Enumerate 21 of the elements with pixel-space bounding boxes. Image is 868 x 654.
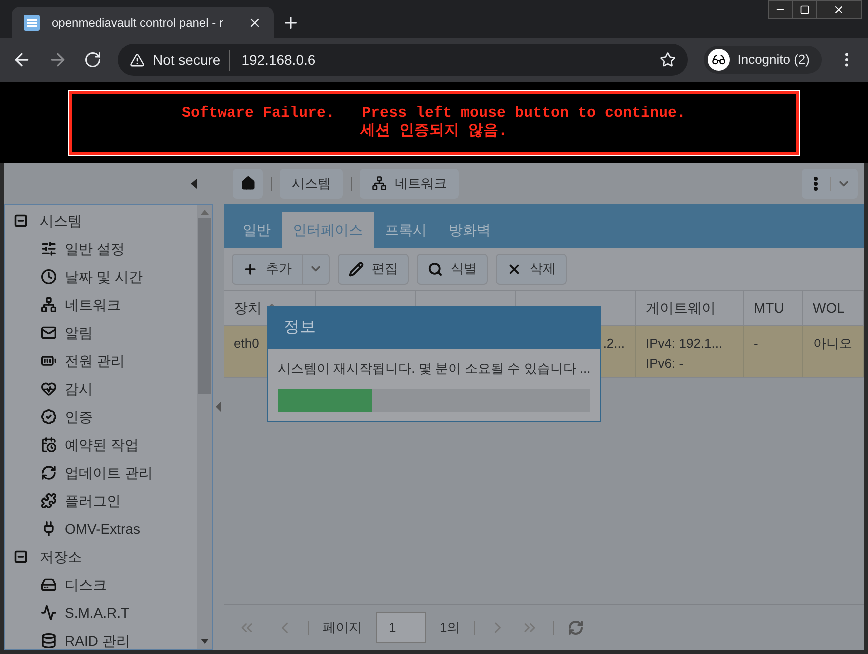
error-detail: 세션 인증되지 않음. xyxy=(360,122,508,140)
page-count: 1의 xyxy=(440,618,460,637)
dialog-message: 시스템이 재시작됩니다. 몇 분이 소요될 수 있습니다 ... xyxy=(277,360,592,378)
column-title: WOL xyxy=(813,298,845,318)
column-title: 게이트웨이 xyxy=(646,298,716,318)
table-cell-text: 아니오 xyxy=(814,335,852,353)
tree-group-label: 시스템 xyxy=(40,212,82,230)
url-text: 192.168.0.6 xyxy=(240,50,317,70)
table-cell-text: IPv4: 192.1... IPv6: - xyxy=(646,335,723,373)
page-label: 페이지 xyxy=(323,618,362,637)
table-cell-text: .2... xyxy=(603,335,625,353)
column-title: MTU xyxy=(754,298,784,318)
tab-title: openmediavault control panel - r xyxy=(52,14,224,32)
tree-group-label: 저장소 xyxy=(40,548,82,566)
dialog-title: 정보 xyxy=(284,318,316,338)
error-message: Software Failure. Press left mouse button to continue. xyxy=(182,104,686,122)
profile-label: Incognito (2) xyxy=(738,51,810,70)
column-title: 장치 xyxy=(234,298,262,318)
table-cell-text: - xyxy=(754,335,758,353)
table-cell-text: eth0 xyxy=(234,335,260,353)
security-label: Not secure xyxy=(153,50,230,70)
